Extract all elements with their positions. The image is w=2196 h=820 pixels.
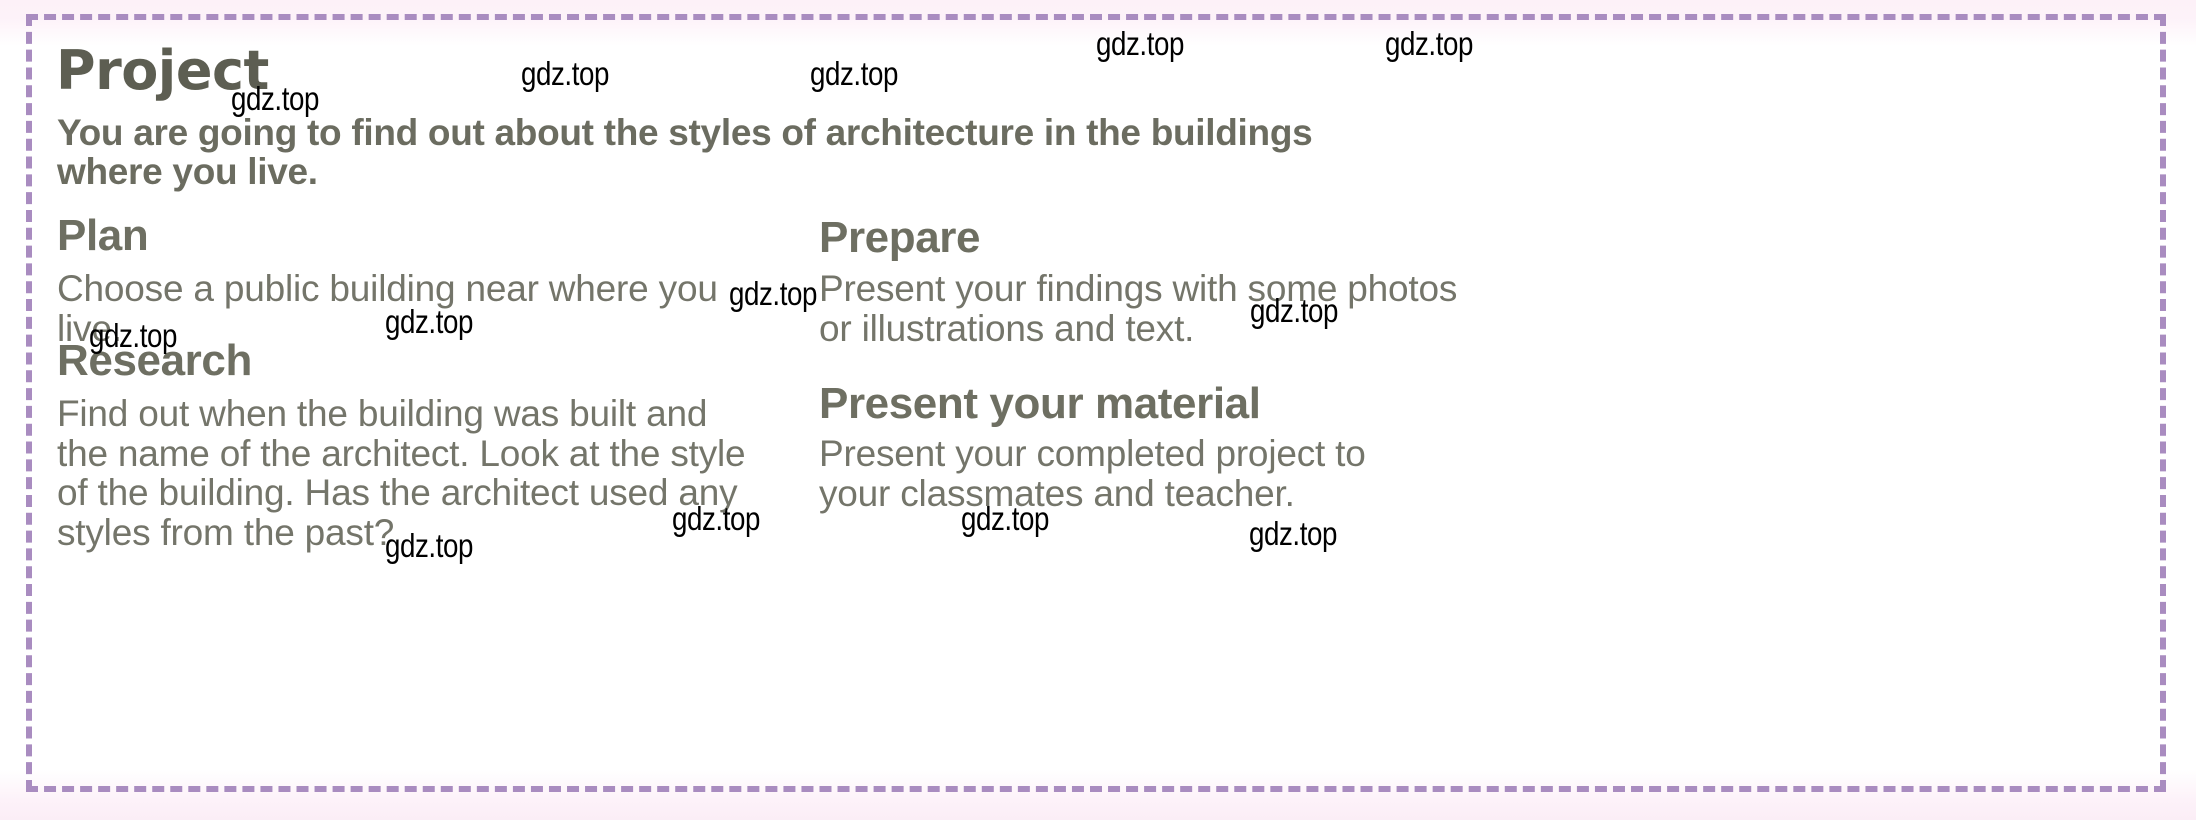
watermark-text: gdz.top bbox=[89, 317, 177, 354]
watermark-text: gdz.top bbox=[521, 55, 609, 92]
watermark-text: gdz.top bbox=[672, 500, 760, 537]
watermark-text: gdz.top bbox=[1385, 25, 1473, 62]
watermark-text: gdz.top bbox=[729, 275, 817, 312]
watermark-text: gdz.top bbox=[385, 303, 473, 340]
watermark-text: gdz.top bbox=[385, 527, 473, 564]
page-background: Project You are going to find out about … bbox=[0, 0, 2196, 820]
watermark-text: gdz.top bbox=[1096, 25, 1184, 62]
watermark-text: gdz.top bbox=[231, 80, 319, 117]
watermark-text: gdz.top bbox=[1250, 292, 1338, 329]
watermark-text: gdz.top bbox=[1249, 515, 1337, 552]
section-body-present-your-material: Present your completed project to your c… bbox=[819, 433, 1366, 514]
project-intro-text: You are going to find out about the styl… bbox=[57, 112, 1313, 192]
watermark-text: gdz.top bbox=[810, 55, 898, 92]
section-body-prepare: Present your findings with some photos o… bbox=[819, 268, 1458, 349]
project-content: Project You are going to find out about … bbox=[26, 14, 2166, 792]
section-heading-present-your-material: Present your material bbox=[819, 379, 1261, 428]
watermark-text: gdz.top bbox=[961, 500, 1049, 537]
section-heading-plan: Plan bbox=[57, 211, 149, 260]
section-heading-prepare: Prepare bbox=[819, 213, 981, 262]
